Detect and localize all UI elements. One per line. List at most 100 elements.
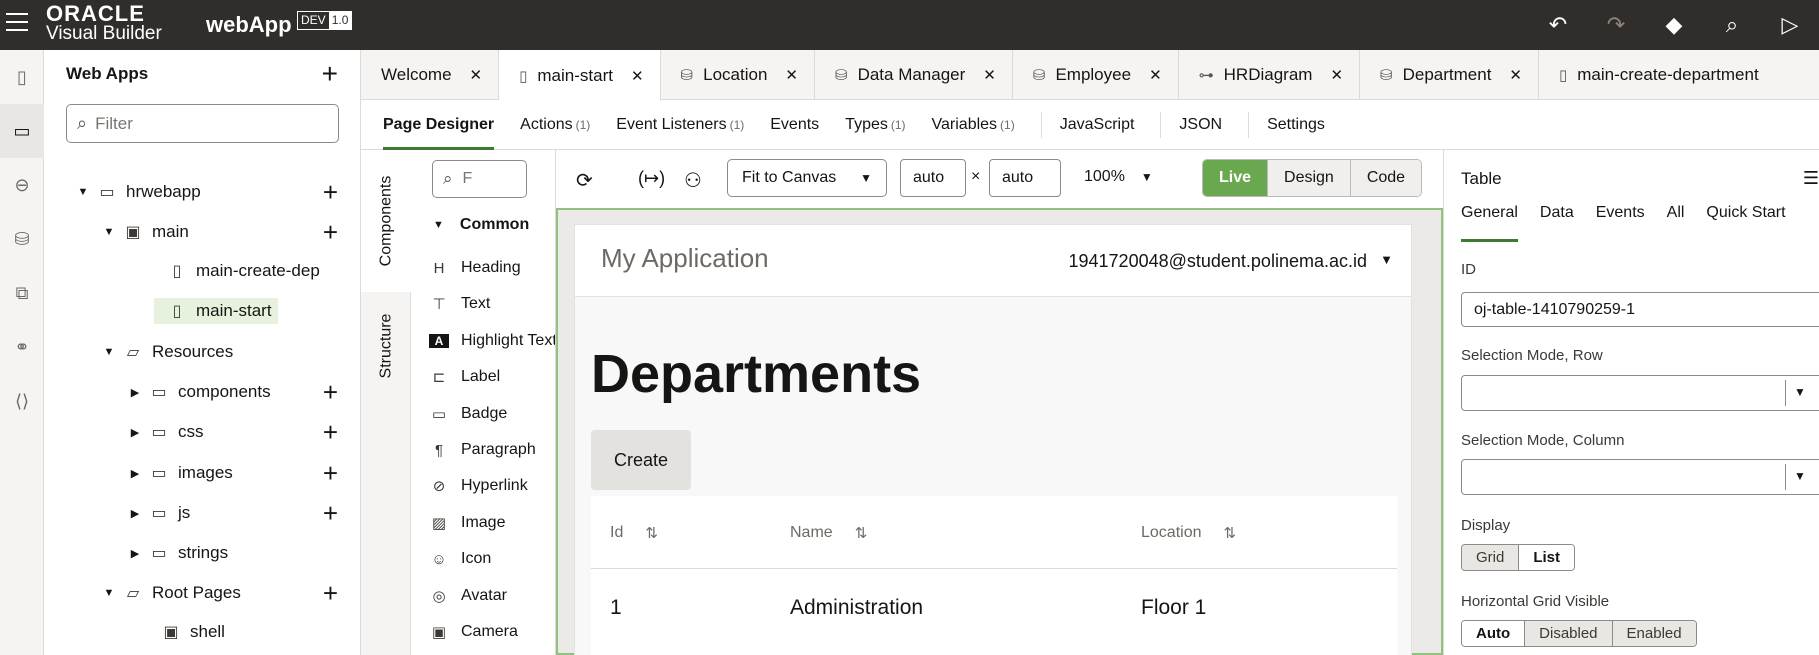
user-icon[interactable]: ⚇ <box>684 168 702 193</box>
tree-item-resources[interactable]: ▼ ▱ Resources <box>44 334 360 370</box>
collapsed-caret-icon[interactable]: ▶ <box>128 426 142 439</box>
palette-item-camera[interactable]: ▣ Camera <box>429 617 518 647</box>
subtab-javascript[interactable]: JavaScript <box>1040 112 1134 138</box>
tab-components[interactable]: Components <box>361 150 411 292</box>
navigator-filter[interactable]: ⌕ <box>66 104 339 143</box>
undo-icon[interactable]: ↶ <box>1529 12 1587 38</box>
search-icon[interactable]: ⌕ <box>1703 12 1761 38</box>
filter-input[interactable] <box>95 113 296 134</box>
close-icon[interactable]: ✕ <box>785 66 798 84</box>
tree-item-components[interactable]: ▶ ▭ components + <box>44 374 360 410</box>
tree-item-js[interactable]: ▶ ▭ js + <box>44 495 360 531</box>
tab-general[interactable]: General <box>1461 204 1518 242</box>
tab-quick-start[interactable]: Quick Start <box>1706 204 1785 242</box>
hamburger-menu-icon[interactable] <box>6 13 28 33</box>
add-button[interactable]: + <box>323 498 338 529</box>
tree-item-root-pages[interactable]: ▼ ▱ Root Pages + <box>44 575 360 611</box>
column-header-name[interactable]: Name ⇅ <box>790 524 867 542</box>
sort-icon[interactable]: ⇅ <box>1224 524 1237 542</box>
close-icon[interactable]: ✕ <box>1509 66 1522 84</box>
subtab-json[interactable]: JSON <box>1160 112 1222 138</box>
subtab-event-listeners[interactable]: Event Listeners (1) <box>616 101 744 150</box>
palette-item-avatar[interactable]: ◎ Avatar <box>429 581 507 611</box>
column-header-id[interactable]: Id ⇅ <box>610 524 658 542</box>
collapsed-caret-icon[interactable]: ▶ <box>128 507 142 520</box>
zoom-select[interactable]: 100% ▼ <box>1084 168 1153 186</box>
category-common[interactable]: ▼ Common <box>433 216 529 234</box>
expanded-caret-icon[interactable]: ▼ <box>102 346 116 358</box>
tree-item-shell[interactable]: ▣ shell <box>44 614 360 650</box>
run-icon[interactable]: ▷ <box>1761 12 1819 38</box>
tree-item-css[interactable]: ▶ ▭ css + <box>44 414 360 450</box>
selection-mode-row-select[interactable]: ▼ <box>1461 375 1819 411</box>
tab-employee[interactable]: ⛁ Employee ✕ <box>1013 50 1179 100</box>
auto-option[interactable]: Auto <box>1462 621 1525 646</box>
tree-item-hrwebapp[interactable]: ▼ ▭ hrwebapp + <box>44 174 360 210</box>
add-button[interactable]: + <box>323 377 338 408</box>
palette-item-badge[interactable]: ▭ Badge <box>429 399 507 429</box>
palette-item-icon[interactable]: ☺ Icon <box>429 544 491 574</box>
expanded-caret-icon[interactable]: ▼ <box>76 186 90 198</box>
close-icon[interactable]: ✕ <box>983 66 996 84</box>
tab-main-start[interactable]: ▯ main-start ✕ <box>499 50 661 101</box>
id-field[interactable]: oj-table-1410790259-1 <box>1461 292 1819 327</box>
palette-item-label[interactable]: ⊏ Label <box>429 362 500 392</box>
tab-main-create-department[interactable]: ▯ main-create-department <box>1539 50 1775 100</box>
subtab-events[interactable]: Events <box>770 101 819 150</box>
mobile-apps-icon[interactable]: ▯ <box>0 50 44 104</box>
processes-icon[interactable]: ⚭ <box>0 320 44 374</box>
subtab-types[interactable]: Types (1) <box>845 101 905 150</box>
components-icon[interactable]: ⧉ <box>0 266 44 320</box>
tab-data-manager[interactable]: ⛁ Data Manager ✕ <box>815 50 1013 100</box>
canvas-height-input[interactable]: auto <box>989 159 1061 197</box>
web-apps-icon[interactable]: ▭ <box>0 104 44 158</box>
tree-item-main-start[interactable]: ▯ main-start <box>44 293 360 329</box>
services-icon[interactable]: ⊖ <box>0 158 44 212</box>
expanded-caret-icon[interactable]: ▼ <box>102 587 116 599</box>
palette-item-hyperlink[interactable]: ⊘ Hyperlink <box>429 471 528 501</box>
tab-events[interactable]: Events <box>1596 204 1645 242</box>
add-button[interactable]: + <box>323 578 338 609</box>
palette-item-image[interactable]: ▨ Image <box>429 508 506 538</box>
palette-item-text[interactable]: ⊤ Text <box>429 289 490 319</box>
close-icon[interactable]: ✕ <box>1330 66 1343 84</box>
collapsed-caret-icon[interactable]: ▶ <box>128 467 142 480</box>
tab-welcome[interactable]: Welcome ✕ <box>361 50 500 100</box>
design-button[interactable]: Design <box>1267 160 1350 196</box>
disabled-option[interactable]: Disabled <box>1524 621 1612 646</box>
git-icon[interactable]: ◆ <box>1645 12 1703 38</box>
palette-item-highlight-text[interactable]: A Highlight Text <box>429 326 555 356</box>
collapsed-caret-icon[interactable]: ▶ <box>128 547 142 560</box>
user-menu[interactable]: 1941720048@student.polinema.ac.id <box>1069 251 1368 272</box>
sort-icon[interactable]: ⇅ <box>855 524 868 542</box>
tree-item-main-create-department[interactable]: ▯ main-create-dep <box>44 253 360 289</box>
tab-data[interactable]: Data <box>1540 204 1574 242</box>
column-header-location[interactable]: Location ⇅ <box>1141 524 1236 542</box>
code-button[interactable]: Code <box>1349 160 1422 196</box>
tab-location[interactable]: ⛁ Location ✕ <box>661 50 815 100</box>
sort-icon[interactable]: ⇅ <box>645 524 658 542</box>
tree-item-main[interactable]: ▼ ▣ main + <box>44 214 360 250</box>
tab-department[interactable]: ⛁ Department ✕ <box>1360 50 1539 100</box>
selection-mode-column-select[interactable]: ▼ <box>1461 459 1819 495</box>
tree-item-strings[interactable]: ▶ ▭ strings <box>44 535 360 571</box>
palette-search[interactable]: ⌕ F <box>432 160 527 198</box>
grid-option[interactable]: Grid <box>1462 545 1519 570</box>
business-objects-icon[interactable]: ⛁ <box>0 212 44 266</box>
canvas-width-input[interactable]: auto <box>900 159 966 197</box>
tab-structure[interactable]: Structure <box>361 292 411 400</box>
add-button[interactable]: + <box>323 417 338 448</box>
list-option[interactable]: List <box>1518 545 1575 570</box>
redo-icon[interactable]: ↷ <box>1587 12 1645 38</box>
live-button[interactable]: Live <box>1203 160 1268 196</box>
add-button[interactable]: + <box>323 177 338 208</box>
palette-item-paragraph[interactable]: ¶ Paragraph <box>429 435 536 465</box>
close-icon[interactable]: ✕ <box>631 67 644 85</box>
menu-icon[interactable]: ☰ <box>1803 168 1819 189</box>
close-icon[interactable]: ✕ <box>1149 66 1162 84</box>
fit-to-canvas-select[interactable]: Fit to Canvas ▼ <box>727 159 887 197</box>
source-icon[interactable]: ⟨⟩ <box>0 374 44 428</box>
close-icon[interactable]: ✕ <box>470 66 483 84</box>
tree-item-images[interactable]: ▶ ▭ images + <box>44 455 360 491</box>
add-web-app-button[interactable]: + <box>322 58 338 90</box>
